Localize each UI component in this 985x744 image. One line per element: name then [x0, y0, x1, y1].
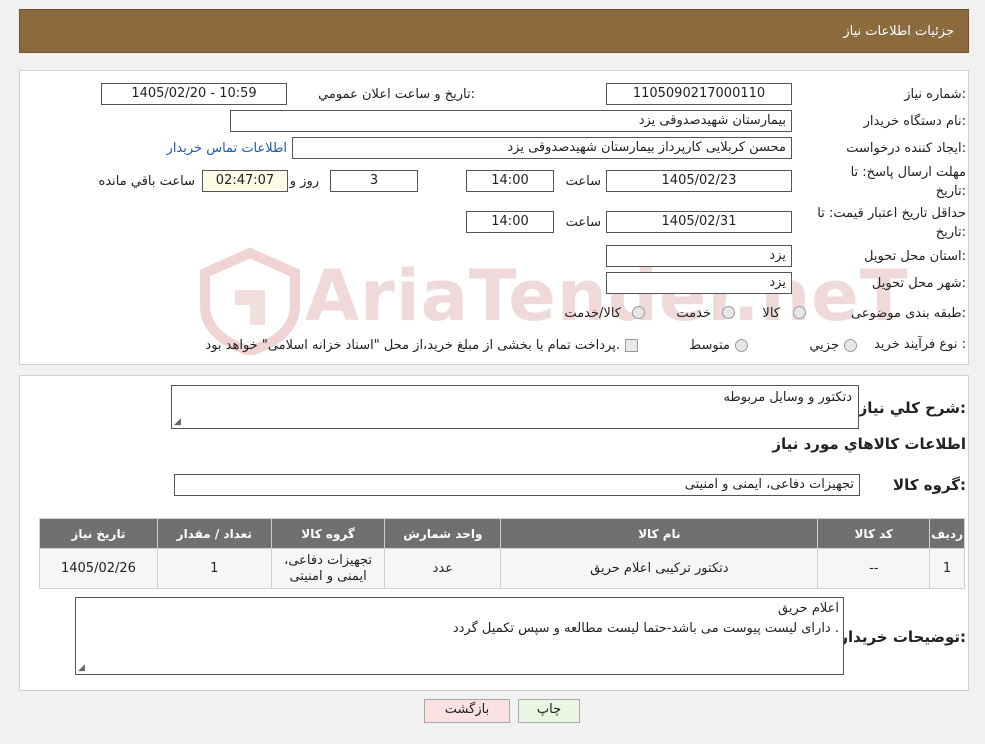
treasury-note: پرداخت تمام يا بخشی از مبلغ خريد،از محل … — [205, 338, 620, 353]
col-header-group: گروه کالا — [270, 518, 386, 549]
print-button[interactable]: چاپ — [518, 699, 580, 723]
deadline-label-line2: تاريخ: — [935, 184, 966, 199]
page-title: جزئیات اطلاعات نیاز — [843, 24, 954, 39]
group-field: تجهیزات دفاعی، ایمنی و امنیتی — [174, 474, 860, 496]
cell-code: -- — [817, 548, 931, 589]
category-radio-service[interactable] — [722, 306, 735, 319]
buyer-field: بیمارستان شهیدصدوقی یزد — [230, 110, 792, 132]
need-number-field: 1105090217000110 — [606, 83, 792, 105]
cell-group-line2: ایمنی و امنیتی — [289, 568, 367, 584]
validity-date-field: 1405/02/31 — [606, 211, 792, 233]
category-label: طبقه بندی موضوعی: — [850, 306, 966, 321]
purchase-option-small: جزيي — [809, 338, 839, 353]
items-table: رديف کد کالا نام کالا واحد شمارش گروه کا… — [39, 518, 965, 589]
group-label: گروه کالا: — [893, 476, 966, 494]
remaining-time-field: 02:47:07 — [202, 170, 288, 192]
buyer-label: نام دستگاه خريدار: — [863, 114, 966, 129]
need-number-label: شماره نیاز: — [904, 87, 966, 102]
city-label: شهر محل تحويل: — [871, 276, 966, 291]
purchase-type-label: نوع فرآيند خريد : — [874, 337, 966, 352]
purchase-option-medium: متوسط — [689, 338, 730, 353]
province-field: یزد — [606, 245, 792, 267]
resize-handle-icon[interactable]: ◢ — [78, 663, 85, 673]
buyer-notes-line2: دارای لیست پیوست می باشد-حتما لیست مطالع… — [452, 621, 839, 636]
purchase-radio-small[interactable] — [844, 339, 857, 352]
buyer-notes-line1: اعلام حریق — [778, 601, 839, 616]
deadline-label-line1: مهلت ارسال پاسخ: تا — [850, 165, 966, 180]
city-field: یزد — [606, 272, 792, 294]
cell-unit: عدد — [384, 548, 502, 589]
cell-row: 1 — [929, 548, 965, 589]
cell-name: دتکتور ترکیبی اعلام حریق — [500, 548, 819, 589]
summary-label: شرح کلي نياز: — [858, 399, 966, 417]
category-option-goods: کالا — [762, 306, 780, 321]
remaining-time-label: ساعت باقي مانده — [98, 174, 195, 189]
deadline-days-label: روز و — [289, 174, 319, 189]
cell-date: 1405/02/26 — [39, 548, 158, 589]
summary-textarea[interactable]: دتکتور و وسایل مربوطه ◢ — [171, 385, 859, 429]
table-row: 1 -- دتکتور ترکیبی اعلام حریق عدد تجهیزا… — [39, 548, 965, 589]
category-option-service: خدمت — [676, 306, 711, 321]
col-header-code: کد کالا — [817, 518, 931, 549]
resize-handle-icon[interactable]: ◢ — [174, 417, 181, 427]
province-label: استان محل تحويل: — [864, 249, 966, 264]
purchase-radio-medium[interactable] — [735, 339, 748, 352]
col-header-row: رديف — [929, 518, 965, 549]
buyer-notes-label: توضيحات خريدار: — [839, 628, 966, 646]
requester-label: ايجاد کننده درخواست: — [846, 141, 966, 156]
buyer-contact-link[interactable]: اطلاعات تماس خريدار — [167, 141, 287, 156]
watermark-text: AriaTender.neT — [305, 255, 909, 337]
deadline-time-field: 14:00 — [466, 170, 554, 192]
category-option-goods-service: کالا/خدمت — [564, 306, 621, 321]
validity-label-line1: حداقل تاريخ اعتبار قيمت: تا — [817, 206, 966, 221]
validity-time-field: 14:00 — [466, 211, 554, 233]
validity-time-label: ساعت — [565, 215, 601, 230]
back-button[interactable]: بازگشت — [424, 699, 510, 723]
col-header-unit: واحد شمارش — [384, 518, 502, 549]
validity-label-line2: تاريخ: — [935, 225, 966, 240]
col-header-qty: تعداد / مقدار — [156, 518, 272, 549]
items-section-title: اطلاعات کالاهاي مورد نياز — [772, 435, 966, 453]
requester-field: محسن کربلایی کارپرداز بیمارستان شهیدصدوق… — [292, 137, 792, 159]
category-radio-goods[interactable] — [793, 306, 806, 319]
col-header-date: تاريخ نياز — [39, 518, 158, 549]
table-header-row: رديف کد کالا نام کالا واحد شمارش گروه کا… — [39, 518, 965, 549]
announce-field: 1405/02/20 - 10:59 — [101, 83, 287, 105]
buyer-notes-textarea[interactable]: اعلام حریق دارای لیست پیوست می باشد-حتما… — [75, 597, 844, 675]
deadline-date-field: 1405/02/23 — [606, 170, 792, 192]
cell-qty: 1 — [156, 548, 272, 589]
deadline-time-label: ساعت — [565, 174, 601, 189]
deadline-days-field: 3 — [330, 170, 418, 192]
treasury-checkbox[interactable] — [625, 339, 638, 352]
announce-label: تاریخ و ساعت اعلان عمومي: — [318, 87, 475, 102]
cell-group-line1: تجهیزات دفاعی، — [284, 552, 372, 568]
col-header-name: نام کالا — [500, 518, 819, 549]
category-radio-goods-service[interactable] — [632, 306, 645, 319]
cell-group: تجهیزات دفاعی، ایمنی و امنیتی — [270, 548, 386, 589]
summary-text: دتکتور و وسایل مربوطه — [723, 390, 852, 405]
page-header: جزئیات اطلاعات نیاز — [19, 9, 969, 53]
